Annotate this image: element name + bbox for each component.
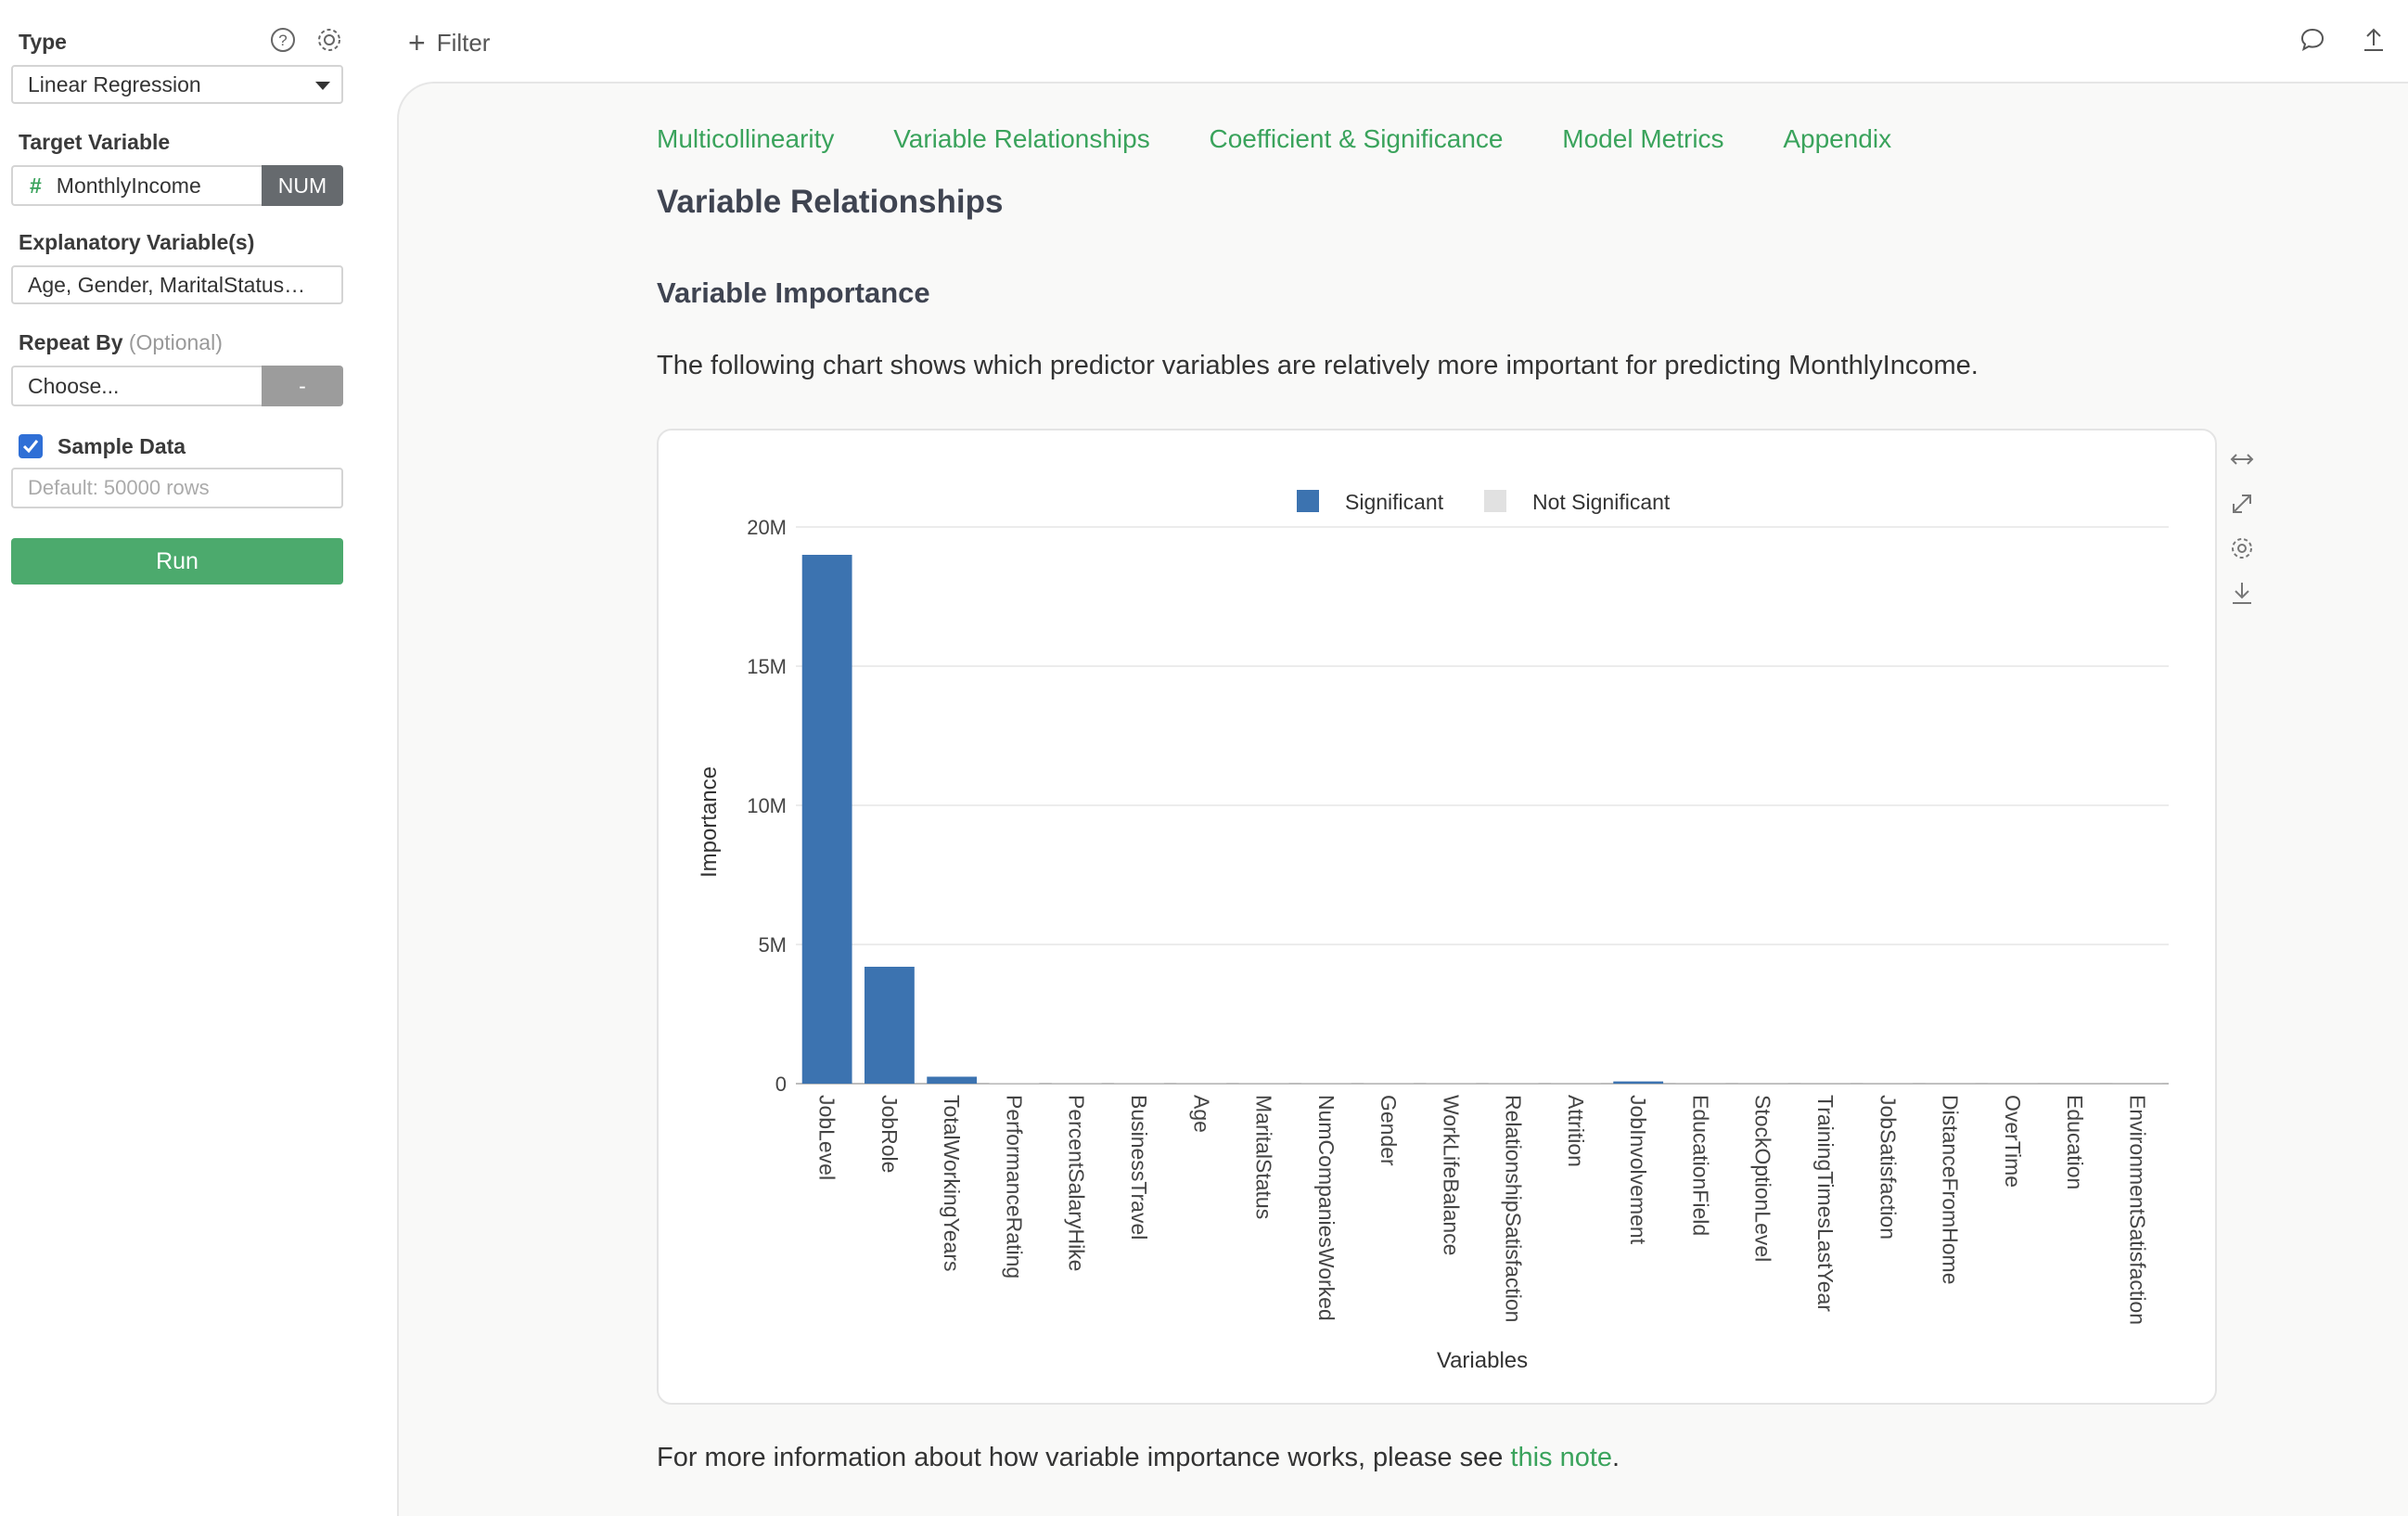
- config-sidebar: Type ? Linear Regression Target Variable…: [0, 0, 397, 1516]
- tab-coefficient-significance[interactable]: Coefficient & Significance: [1210, 124, 1504, 154]
- gear-icon[interactable]: [315, 26, 345, 56]
- x-tick-label: Attrition: [1564, 1095, 1588, 1167]
- target-variable-value: MonthlyIncome: [56, 173, 201, 198]
- y-tick-label: 0: [775, 1073, 787, 1096]
- svg-text:?: ?: [278, 32, 287, 49]
- comment-icon[interactable]: [2299, 26, 2328, 56]
- bar: [1613, 1081, 1664, 1084]
- footer-note-suffix: .: [1612, 1443, 1620, 1472]
- page-title: Variable Relationships: [657, 184, 1004, 220]
- x-tick-label: NumCompaniesWorked: [1314, 1095, 1338, 1321]
- sample-data-checkbox[interactable]: [19, 434, 43, 458]
- importance-chart: 0 5M 10M 15M 20M Importance JobLevel JobRole Tot…: [697, 490, 2169, 1373]
- x-tick-label: WorkLifeBalance: [1439, 1095, 1463, 1255]
- y-axis-label: Importance: [697, 766, 722, 878]
- legend-label: Significant: [1345, 490, 1444, 514]
- legend-label: Not Significant: [1532, 490, 1671, 514]
- section-description: The following chart shows which predicto…: [657, 351, 1979, 380]
- footer-note-text: For more information about how variable …: [657, 1443, 1511, 1472]
- x-tick-label: Age: [1189, 1095, 1213, 1133]
- target-variable-picker[interactable]: # MonthlyIncome NUM: [11, 165, 343, 206]
- x-tick-label: TotalWorkingYears: [940, 1095, 964, 1272]
- x-tick-label: EnvironmentSatisfaction: [2125, 1095, 2149, 1325]
- x-axis-label: Variables: [1437, 1348, 1528, 1373]
- tab-appendix[interactable]: Appendix: [1783, 124, 1891, 154]
- tab-multicollinearity[interactable]: Multicollinearity: [657, 124, 834, 154]
- x-tick-label: MaritalStatus: [1252, 1095, 1276, 1219]
- x-tick-label: DistanceFromHome: [1939, 1095, 1963, 1285]
- x-tick-label: Gender: [1377, 1095, 1401, 1166]
- sample-rows-input[interactable]: Default: 50000 rows: [11, 468, 343, 508]
- explanatory-variables-label: Explanatory Variable(s): [19, 230, 255, 254]
- check-icon: [22, 440, 39, 454]
- type-badge: NUM: [262, 165, 343, 206]
- repeat-by-optional: (Optional): [128, 330, 223, 354]
- sample-data-label: Sample Data: [58, 434, 186, 458]
- target-variable-field[interactable]: # MonthlyIncome: [11, 165, 262, 206]
- y-tick-label: 5M: [758, 933, 787, 957]
- type-select-value: Linear Regression: [28, 72, 201, 96]
- filter-button[interactable]: + Filter: [408, 26, 490, 59]
- repeat-by-label: Repeat By (Optional): [19, 330, 223, 355]
- app-root: Type ? Linear Regression Target Variable…: [0, 0, 2408, 1516]
- y-tick-label: 10M: [747, 794, 787, 817]
- repeat-by-select[interactable]: Choose...: [11, 366, 262, 406]
- help-icon[interactable]: ?: [269, 26, 299, 56]
- x-tick-label: JobSatisfaction: [1876, 1095, 1900, 1240]
- chart-card: 0 5M 10M 15M 20M Importance JobLevel JobRole Tot…: [657, 429, 2217, 1405]
- x-tick-label: TrainingTimesLastYear: [1813, 1095, 1838, 1312]
- x-tick-label: JobLevel: [815, 1095, 839, 1180]
- x-tick-label: EducationField: [1688, 1095, 1712, 1236]
- repeat-by-label-text: Repeat By: [19, 330, 123, 354]
- bar: [927, 1076, 978, 1084]
- explanatory-variables-field[interactable]: Age, Gender, MaritalStatus…: [11, 265, 343, 304]
- y-tick-label: 20M: [747, 516, 787, 539]
- x-tick-label: JobInvolvement: [1626, 1095, 1650, 1245]
- numeric-hash-icon: #: [30, 173, 42, 198]
- legend-swatch: [1484, 490, 1506, 512]
- tab-variable-relationships[interactable]: Variable Relationships: [893, 124, 1150, 154]
- x-tick-label: RelationshipSatisfaction: [1502, 1095, 1526, 1322]
- chart-settings-icon[interactable]: [2228, 534, 2256, 562]
- this-note-link[interactable]: this note: [1510, 1443, 1612, 1472]
- chevron-down-icon: [315, 82, 330, 90]
- legend-swatch: [1297, 490, 1319, 512]
- filter-label: Filter: [436, 29, 491, 57]
- export-icon[interactable]: [2360, 26, 2389, 56]
- target-variable-label: Target Variable: [19, 130, 171, 154]
- bar: [801, 555, 852, 1084]
- x-tick-label: Education: [2063, 1095, 2087, 1189]
- expand-width-icon[interactable]: [2228, 445, 2256, 473]
- x-tick-label: JobRole: [877, 1095, 902, 1173]
- tab-model-metrics[interactable]: Model Metrics: [1562, 124, 1723, 154]
- plus-icon: +: [408, 26, 426, 59]
- fullscreen-icon[interactable]: [2228, 490, 2256, 518]
- x-tick-label: StockOptionLevel: [1751, 1095, 1775, 1262]
- x-tick-label: PerformanceRating: [1002, 1095, 1026, 1278]
- footer-note: For more information about how variable …: [657, 1443, 1620, 1473]
- section-tabs: Multicollinearity Variable Relationships…: [657, 124, 1943, 154]
- y-tick-label: 15M: [747, 655, 787, 678]
- bar: [989, 1083, 1040, 1084]
- download-icon[interactable]: [2228, 579, 2256, 607]
- x-tick-label: PercentSalaryHike: [1065, 1095, 1089, 1271]
- repeat-by-clear-button[interactable]: -: [262, 366, 343, 406]
- section-title: Variable Importance: [657, 276, 930, 309]
- x-tick-label: BusinessTravel: [1127, 1095, 1151, 1240]
- bar: [865, 967, 915, 1084]
- type-label: Type: [19, 30, 67, 54]
- type-select[interactable]: Linear Regression: [11, 65, 343, 104]
- x-tick-label: OverTime: [2001, 1095, 2025, 1188]
- run-button[interactable]: Run: [11, 538, 343, 585]
